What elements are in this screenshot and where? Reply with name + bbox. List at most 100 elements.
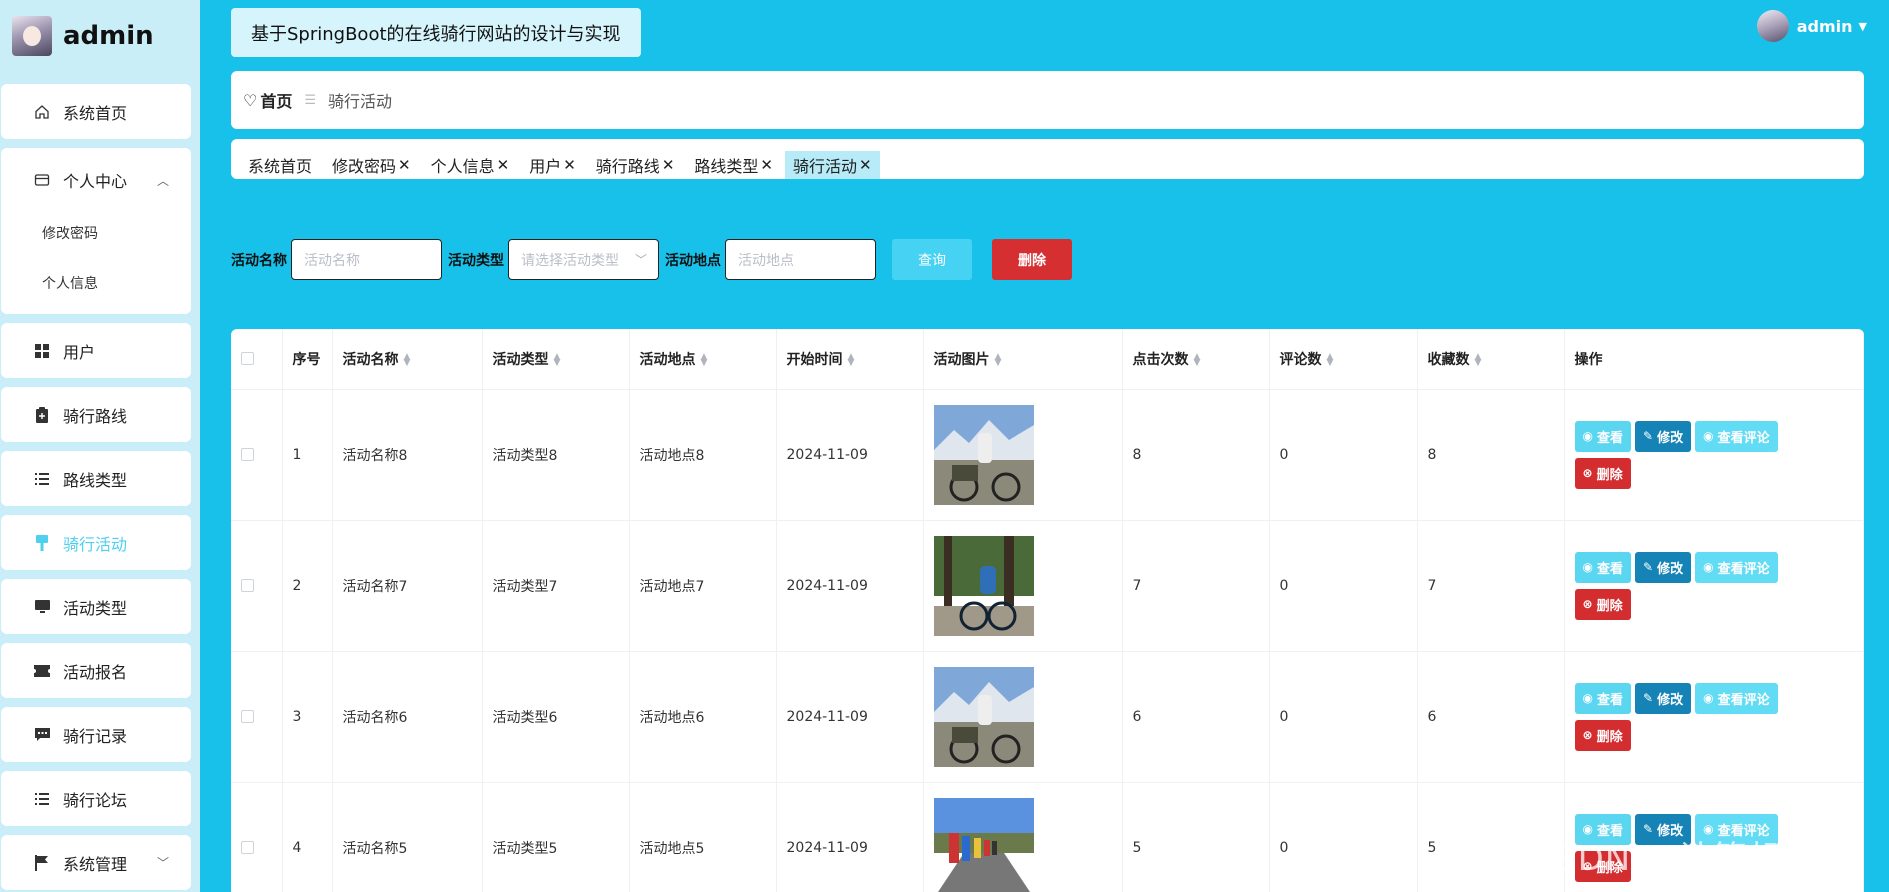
chevron-down-icon: ﹀	[156, 856, 169, 870]
column-header-image[interactable]: 活动图片 ▲ ▼	[923, 329, 1123, 390]
sidebar-nav: 系统首页 个人中心 ︿ 修改密码 个人信息 用户 骑行路线 路线类型 骑行活动	[0, 72, 200, 890]
sidebar-item-label: 活动类型	[63, 598, 128, 618]
delete-button[interactable]: ⊗ 删除	[1574, 588, 1631, 620]
tag-label: 用户	[529, 157, 562, 176]
activity-place-label: 活动地点	[665, 252, 721, 269]
breadcrumb-home[interactable]: ♡ 首页	[243, 88, 292, 112]
cell-actions: ◉ 查看 ✎ 修改 ◉ 查看评论 ⊗ 删除	[1564, 520, 1864, 652]
select-all-checkbox[interactable]	[241, 352, 254, 366]
cell-place: 活动地点8	[629, 389, 777, 521]
row-checkbox[interactable]	[241, 579, 254, 592]
sidebar-item-label: 骑行活动	[63, 534, 128, 554]
sort-icon[interactable]: ▲ ▼	[1327, 352, 1334, 367]
tag-change-password[interactable]: 修改密码 ✕	[324, 151, 419, 179]
clipboard-icon	[33, 406, 51, 424]
column-header-place[interactable]: 活动地点 ▲ ▼	[629, 329, 777, 390]
sidebar-item-registrations[interactable]: 活动报名	[1, 643, 191, 698]
cell-favorites: 8	[1417, 389, 1565, 521]
view-comments-button[interactable]: ◉ 查看评论	[1695, 551, 1778, 583]
sort-icon[interactable]: ▲ ▼	[1475, 352, 1482, 367]
activity-name-placeholder: 活动名称	[304, 252, 360, 269]
query-button[interactable]: 查询	[892, 239, 972, 280]
view-button[interactable]: ◉ 查看	[1574, 420, 1631, 452]
view-comments-button[interactable]: ◉ 查看评论	[1695, 420, 1778, 452]
sort-icon[interactable]: ▲ ▼	[404, 352, 411, 367]
edit-button[interactable]: ✎ 修改	[1635, 420, 1692, 452]
sidebar-item-personal[interactable]: 个人中心 ︿	[1, 148, 191, 208]
sidebar-item-routes[interactable]: 骑行路线	[1, 387, 191, 442]
column-header-comments[interactable]: 评论数 ▲ ▼	[1269, 329, 1418, 390]
sidebar-item-route-types[interactable]: 路线类型	[1, 451, 191, 506]
close-circle-icon: ⊗	[1582, 728, 1593, 742]
delete-button[interactable]: ⊗ 删除	[1574, 457, 1631, 489]
view-label: 查看	[1596, 692, 1623, 708]
user-menu[interactable]: admin ▼	[1756, 10, 1867, 42]
close-icon[interactable]: ✕	[563, 156, 576, 174]
tag-profile[interactable]: 个人信息 ✕	[423, 151, 518, 179]
close-icon[interactable]: ✕	[760, 156, 773, 174]
sidebar-group-personal: 个人中心 ︿ 修改密码 个人信息	[1, 148, 191, 314]
cell-image	[923, 782, 1123, 892]
tag-users[interactable]: 用户 ✕	[521, 151, 584, 179]
flag-icon	[33, 854, 51, 872]
view-button[interactable]: ◉ 查看	[1574, 551, 1631, 583]
view-comments-label: 查看评论	[1717, 561, 1770, 577]
column-header-start-time[interactable]: 开始时间 ▲ ▼	[776, 329, 924, 390]
column-header-clicks[interactable]: 点击次数 ▲ ▼	[1122, 329, 1270, 390]
sidebar-item-activities[interactable]: 骑行活动	[1, 515, 191, 570]
cell-type: 活动类型7	[482, 520, 630, 652]
close-icon[interactable]: ✕	[662, 156, 675, 174]
tag-home[interactable]: 系统首页	[240, 151, 320, 179]
close-icon[interactable]: ✕	[398, 156, 411, 174]
sidebar-item-home[interactable]: 系统首页	[1, 84, 191, 139]
sort-icon[interactable]: ▲ ▼	[995, 352, 1002, 367]
brand-avatar	[12, 16, 52, 56]
close-icon[interactable]: ✕	[859, 156, 872, 174]
batch-delete-button[interactable]: 删除	[992, 239, 1072, 280]
column-header-name[interactable]: 活动名称 ▲ ▼	[332, 329, 483, 390]
sidebar-item-users[interactable]: 用户	[1, 323, 191, 378]
cell-index: 3	[282, 651, 333, 783]
row-checkbox[interactable]	[241, 448, 254, 461]
tag-activities[interactable]: 骑行活动 ✕	[784, 151, 880, 179]
view-button[interactable]: ◉ 查看	[1574, 682, 1631, 714]
edit-button[interactable]: ✎ 修改	[1635, 551, 1692, 583]
sort-icon[interactable]: ▲ ▼	[554, 352, 561, 367]
cell-comments: 0	[1269, 782, 1418, 892]
tag-label: 修改密码	[332, 157, 397, 176]
row-checkbox[interactable]	[241, 710, 254, 723]
sidebar-subitem-change-password[interactable]: 修改密码	[1, 208, 191, 258]
close-icon[interactable]: ✕	[497, 156, 510, 174]
sidebar-item-records[interactable]: 骑行记录	[1, 707, 191, 762]
breadcrumb-separator: ☰	[304, 92, 317, 108]
activity-type-select[interactable]: 请选择活动类型 ﹀	[508, 239, 659, 280]
activity-place-input[interactable]: 活动地点	[725, 239, 876, 280]
row-select-cell	[231, 651, 283, 783]
sidebar-item-forum[interactable]: 骑行论坛	[1, 771, 191, 826]
delete-button[interactable]: ⊗ 删除	[1574, 719, 1631, 751]
row-actions: ◉ 查看 ✎ 修改 ◉ 查看评论 ⊗ 删除	[1574, 420, 1815, 489]
sidebar-subitem-profile[interactable]: 个人信息	[1, 258, 191, 308]
edit-label: 修改	[1657, 430, 1684, 446]
sort-icon[interactable]: ▲ ▼	[848, 352, 855, 367]
view-comments-button[interactable]: ◉ 查看评论	[1695, 682, 1778, 714]
sidebar-item-activity-types[interactable]: 活动类型	[1, 579, 191, 634]
tag-routes[interactable]: 骑行路线 ✕	[588, 151, 683, 179]
activity-thumbnail	[933, 797, 1034, 892]
edit-label: 修改	[1657, 692, 1684, 708]
cell-favorites: 7	[1417, 520, 1565, 652]
edit-button[interactable]: ✎ 修改	[1635, 682, 1692, 714]
sort-icon[interactable]: ▲ ▼	[701, 352, 708, 367]
watermark: CSDN @计算机学姐	[1530, 839, 1853, 879]
monitor-icon	[33, 598, 51, 616]
sidebar-item-system[interactable]: 系统管理 ﹀	[1, 835, 191, 890]
tag-route-types[interactable]: 路线类型 ✕	[686, 151, 781, 179]
sidebar-item-label: 系统首页	[63, 103, 128, 123]
activity-name-input[interactable]: 活动名称	[291, 239, 442, 280]
breadcrumb-current: 骑行活动	[328, 92, 393, 111]
column-header-favorites[interactable]: 收藏数 ▲ ▼	[1417, 329, 1565, 390]
row-checkbox[interactable]	[241, 841, 254, 854]
sort-icon[interactable]: ▲ ▼	[1194, 352, 1201, 367]
sidebar-item-label: 系统管理	[63, 854, 128, 874]
column-header-type[interactable]: 活动类型 ▲ ▼	[482, 329, 630, 390]
